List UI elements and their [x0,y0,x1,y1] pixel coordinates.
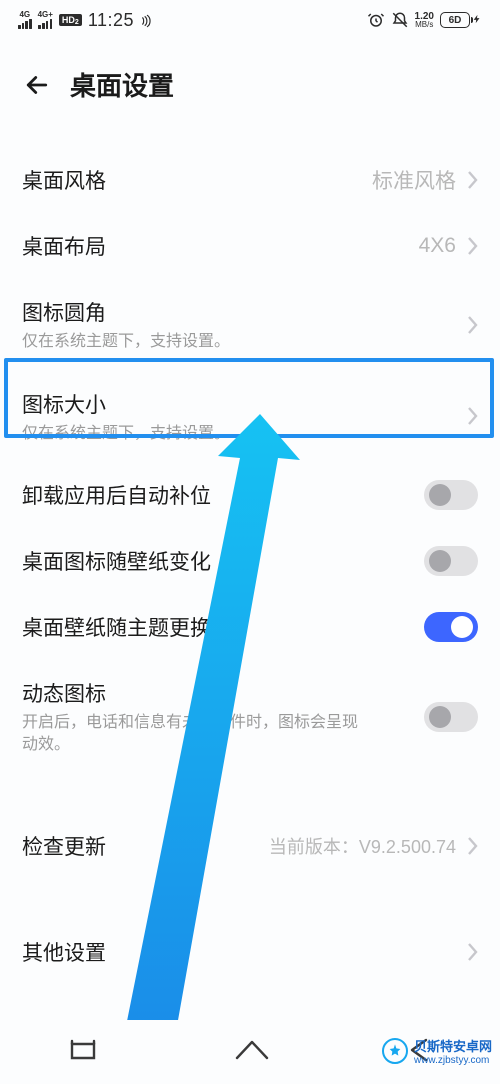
row-desktop-layout[interactable]: 桌面布局 4X6 [0,213,500,279]
status-bar: 4G 4G+ HD2 11:25 1.20 M [0,0,500,40]
charging-icon [472,12,482,29]
row-label: 图标大小 [22,389,230,419]
chevron-right-icon [466,836,478,856]
watermark: 贝斯特安卓网 www.zjbstyy.com [382,1036,492,1066]
row-label: 桌面壁纸随主题更换 [22,612,211,642]
toggle-icon-wallpaper[interactable] [424,546,478,576]
nav-recent-button[interactable] [66,1036,100,1069]
chevron-right-icon [466,315,478,335]
signal-1: 4G [18,11,32,29]
row-value: 4X6 [419,234,456,258]
row-label: 桌面风格 [22,165,106,195]
nav-home-button[interactable] [232,1036,272,1069]
row-subtitle: 仅在系统主题下，支持设置。 [22,423,230,445]
row-other-settings[interactable]: 其他设置 [0,919,500,985]
watermark-logo-icon [382,1038,408,1064]
nfc-icon [140,14,152,26]
row-icon-size[interactable]: 图标大小 仅在系统主题下，支持设置。 [0,371,500,463]
row-label: 图标圆角 [22,297,230,327]
chevron-right-icon [466,406,478,426]
watermark-brand: 贝斯特安卓网 [414,1039,492,1054]
row-label: 检查更新 [22,831,106,861]
row-subtitle: 仅在系统主题下，支持设置。 [22,331,230,353]
row-icon-corner[interactable]: 图标圆角 仅在系统主题下，支持设置。 [0,279,500,371]
row-subtitle: 开启后，电话和信息有未读事件时，图标会呈现动效。 [22,712,362,755]
row-label: 卸载应用后自动补位 [22,480,211,510]
chevron-right-icon [466,942,478,962]
settings-list: 桌面风格 标准风格 桌面布局 4X6 图标圆角 仅在系统主题下，支持设置。 图标… [0,123,500,985]
row-dynamic-icon: 动态图标 开启后，电话和信息有未读事件时，图标会呈现动效。 [0,660,500,773]
network-speed: 1.20 MB/s [415,12,434,28]
row-check-update[interactable]: 检查更新 当前版本：V9.2.500.74 [0,813,500,879]
row-label: 桌面图标随壁纸变化 [22,546,211,576]
mute-icon [391,11,409,29]
row-label: 动态图标 [22,678,362,708]
row-label: 其他设置 [22,937,106,967]
battery-indicator: 6D [440,12,482,29]
page-header: 桌面设置 [0,40,500,123]
row-wallpaper-theme: 桌面壁纸随主题更换 [0,594,500,660]
signal-2: 4G+ [38,11,53,29]
toggle-autofill[interactable] [424,480,478,510]
alarm-icon [367,11,385,29]
watermark-url: www.zjbstyy.com [414,1055,492,1066]
row-value: 标准风格 [372,165,456,195]
row-autofill: 卸载应用后自动补位 [0,462,500,528]
row-label: 桌面布局 [22,231,106,261]
clock: 11:25 [88,10,134,31]
row-desktop-style[interactable]: 桌面风格 标准风格 [0,147,500,213]
row-value: 当前版本：V9.2.500.74 [269,833,456,859]
hd-badge: HD2 [59,14,82,26]
page-title: 桌面设置 [70,66,174,103]
back-button[interactable] [22,70,52,100]
chevron-right-icon [466,170,478,190]
chevron-right-icon [466,236,478,256]
toggle-wallpaper-theme[interactable] [424,612,478,642]
row-icon-wallpaper: 桌面图标随壁纸变化 [0,528,500,594]
toggle-dynamic-icon[interactable] [424,702,478,732]
